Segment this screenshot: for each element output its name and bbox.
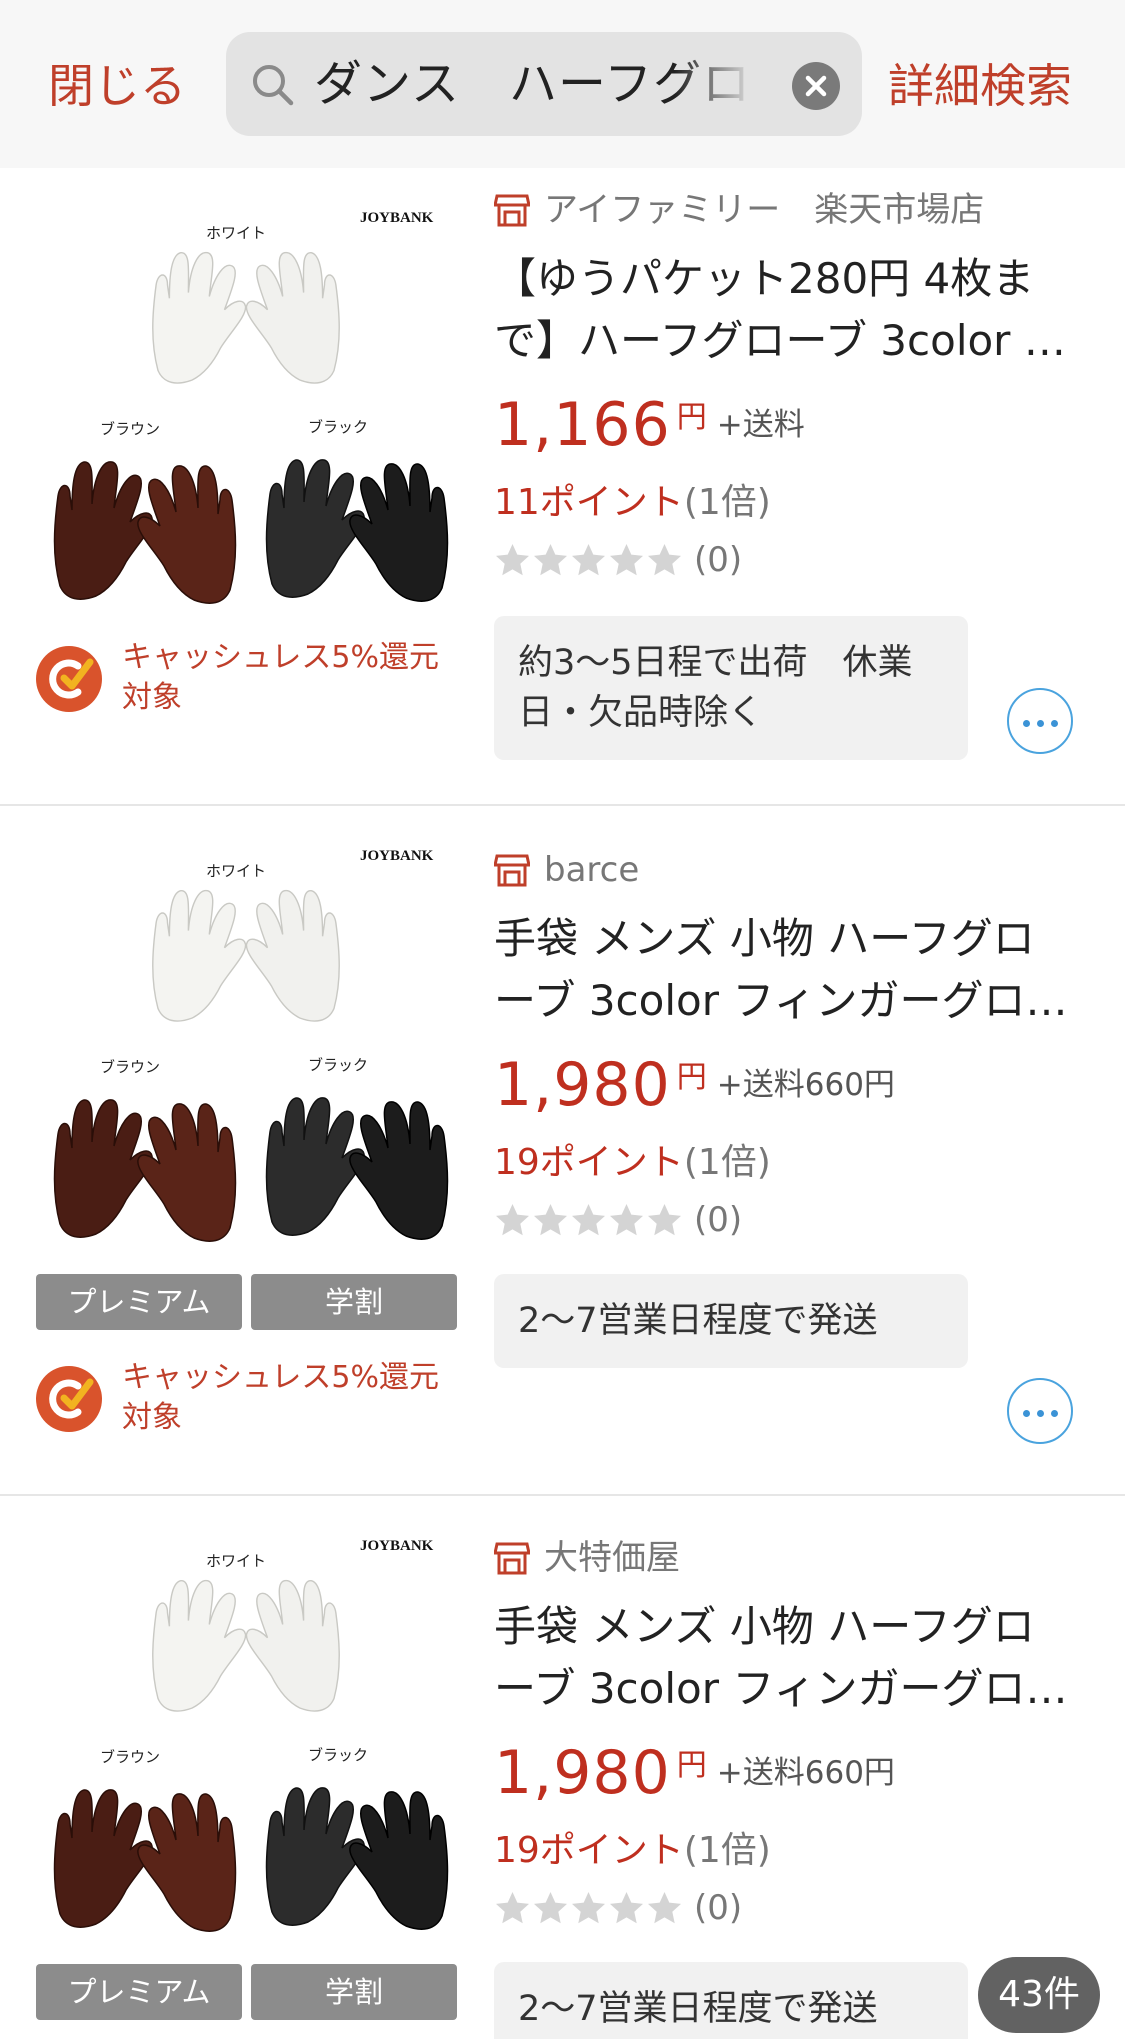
rating-row: (0)	[494, 1888, 742, 1932]
product-title[interactable]: 手袋 メンズ 小物 ハーフグローブ 3color フィンガーグローブ	[494, 1596, 1076, 1720]
product-image[interactable]: JOYBANK ホワイトブラウン ブラック	[30, 1514, 462, 1946]
shipping-fee: +送料	[716, 407, 805, 443]
star-icon	[572, 543, 605, 575]
shop-icon	[494, 854, 530, 887]
product-card[interactable]: JOYBANK ホワイトブラウン ブラック プレミアム 学割 キャッシュレス5%還元…	[0, 806, 1125, 1496]
star-icon	[572, 1891, 605, 1923]
star-icon	[610, 543, 643, 575]
product-image[interactable]: JOYBANK ホワイトブラウン ブラック	[30, 186, 462, 618]
points-row: 19ポイント(1倍)	[494, 1828, 771, 1874]
star-icon	[648, 1203, 681, 1235]
points-value: 19ポイント	[494, 1142, 684, 1183]
shipping-note: 約3〜5日程で出荷 休業日・欠品時除く	[494, 616, 968, 760]
more-options-button[interactable]	[1007, 1378, 1073, 1444]
cashless-badge: キャッシュレス5%還元対象	[34, 638, 464, 718]
points-value: 11ポイント	[494, 482, 684, 523]
rating-row: (0)	[494, 540, 742, 584]
star-icon	[534, 1891, 567, 1923]
product-card[interactable]: JOYBANK ホワイトブラウン ブラック キャッシュレス5%還元対象 アイファミリ…	[0, 168, 1125, 806]
star-icon	[496, 1203, 529, 1235]
price: 1,980	[494, 1050, 671, 1120]
star-icon	[496, 543, 529, 575]
close-button[interactable]: 閉じる	[48, 58, 186, 114]
svg-text:ホワイト: ホワイト	[206, 224, 266, 242]
shop-name: 大特価屋	[544, 1538, 680, 1578]
clear-search-button[interactable]	[792, 62, 840, 110]
svg-text:ブラック: ブラック	[308, 1056, 368, 1074]
shipping-fee: +送料660円	[716, 1755, 895, 1791]
price-unit: 円	[676, 1748, 707, 1783]
points-row: 19ポイント(1倍)	[494, 1140, 771, 1186]
star-icon	[572, 1203, 605, 1235]
points-row: 11ポイント(1倍)	[494, 480, 771, 526]
student-discount-tag: 学割	[251, 1964, 457, 2020]
star-icon	[648, 1891, 681, 1923]
student-discount-tag: 学割	[251, 1274, 457, 1330]
points-multiplier: (1倍)	[683, 1830, 771, 1871]
cashless-icon	[36, 1366, 102, 1432]
price: 1,980	[494, 1738, 671, 1808]
svg-text:ブラウン: ブラウン	[100, 420, 160, 438]
star-icon	[648, 543, 681, 575]
review-count: (0)	[694, 1200, 743, 1240]
price-row: 1,166 円 +送料	[494, 390, 805, 460]
price-unit: 円	[676, 1060, 707, 1095]
product-title[interactable]: 【ゆうパケット280円 4枚まで】ハーフグローブ 3color 手袋	[494, 248, 1076, 372]
price-row: 1,980 円 +送料660円	[494, 1738, 895, 1808]
search-icon	[253, 65, 294, 106]
cashless-label: キャッシュレス5%還元対象	[122, 1360, 439, 1435]
premium-tag: プレミアム	[36, 1274, 242, 1330]
points-multiplier: (1倍)	[683, 1142, 771, 1183]
cashless-icon	[36, 646, 102, 712]
star-icon	[496, 1891, 529, 1923]
price-unit: 円	[676, 400, 707, 435]
cashless-badge: キャッシュレス5%還元対象	[34, 1358, 464, 1438]
svg-text:ブラック: ブラック	[308, 1746, 368, 1764]
svg-text:ブラウン: ブラウン	[100, 1058, 160, 1076]
rating-row: (0)	[494, 1200, 742, 1244]
star-icon	[610, 1891, 643, 1923]
cashless-label: キャッシュレス5%還元対象	[122, 640, 439, 715]
review-count: (0)	[694, 540, 743, 580]
review-count: (0)	[694, 1888, 743, 1928]
search-query-text[interactable]: ダンス ハーフグローブ	[314, 54, 754, 114]
rating-stars	[494, 1891, 684, 1923]
close-icon	[805, 75, 827, 97]
price: 1,166	[494, 390, 671, 460]
svg-text:ブラウン: ブラウン	[100, 1748, 160, 1766]
points-multiplier: (1倍)	[683, 482, 771, 523]
brand-logo: JOYBANK	[360, 848, 434, 864]
search-header: 閉じる ダンス ハーフグローブ 詳細検索	[0, 0, 1125, 168]
shipping-note: 2〜7営業日程度で発送	[494, 1274, 968, 1368]
star-icon	[534, 543, 567, 575]
shipping-note: 2〜7営業日程度で発送	[494, 1962, 968, 2039]
rating-stars	[494, 543, 684, 575]
svg-text:ホワイト: ホワイト	[206, 862, 266, 880]
search-input[interactable]: ダンス ハーフグローブ	[226, 32, 862, 136]
svg-text:ホワイト: ホワイト	[206, 1552, 266, 1570]
star-icon	[534, 1203, 567, 1235]
svg-text:ブラック: ブラック	[308, 418, 368, 436]
brand-logo: JOYBANK	[360, 1538, 434, 1554]
more-options-button[interactable]	[1007, 688, 1073, 754]
shop-name: アイファミリー 楽天市場店	[544, 190, 985, 230]
price-row: 1,980 円 +送料660円	[494, 1050, 895, 1120]
shop-icon	[494, 194, 530, 227]
shop-icon	[494, 1542, 530, 1575]
result-count-badge: 43件	[978, 1957, 1100, 2033]
shop-name: barce	[544, 850, 640, 890]
brand-logo: JOYBANK	[360, 210, 434, 226]
rating-stars	[494, 1203, 684, 1235]
product-title[interactable]: 手袋 メンズ 小物 ハーフグローブ 3color フィンガーグローブ	[494, 908, 1076, 1032]
shipping-fee: +送料660円	[716, 1067, 895, 1103]
product-image[interactable]: JOYBANK ホワイトブラウン ブラック	[30, 824, 462, 1256]
points-value: 19ポイント	[494, 1830, 684, 1871]
premium-tag: プレミアム	[36, 1964, 242, 2020]
advanced-search-button[interactable]: 詳細検索	[888, 58, 1072, 114]
star-icon	[610, 1203, 643, 1235]
product-card[interactable]: JOYBANK ホワイトブラウン ブラック プレミアム 学割 大特価屋 手袋 メンズ…	[0, 1496, 1125, 2039]
